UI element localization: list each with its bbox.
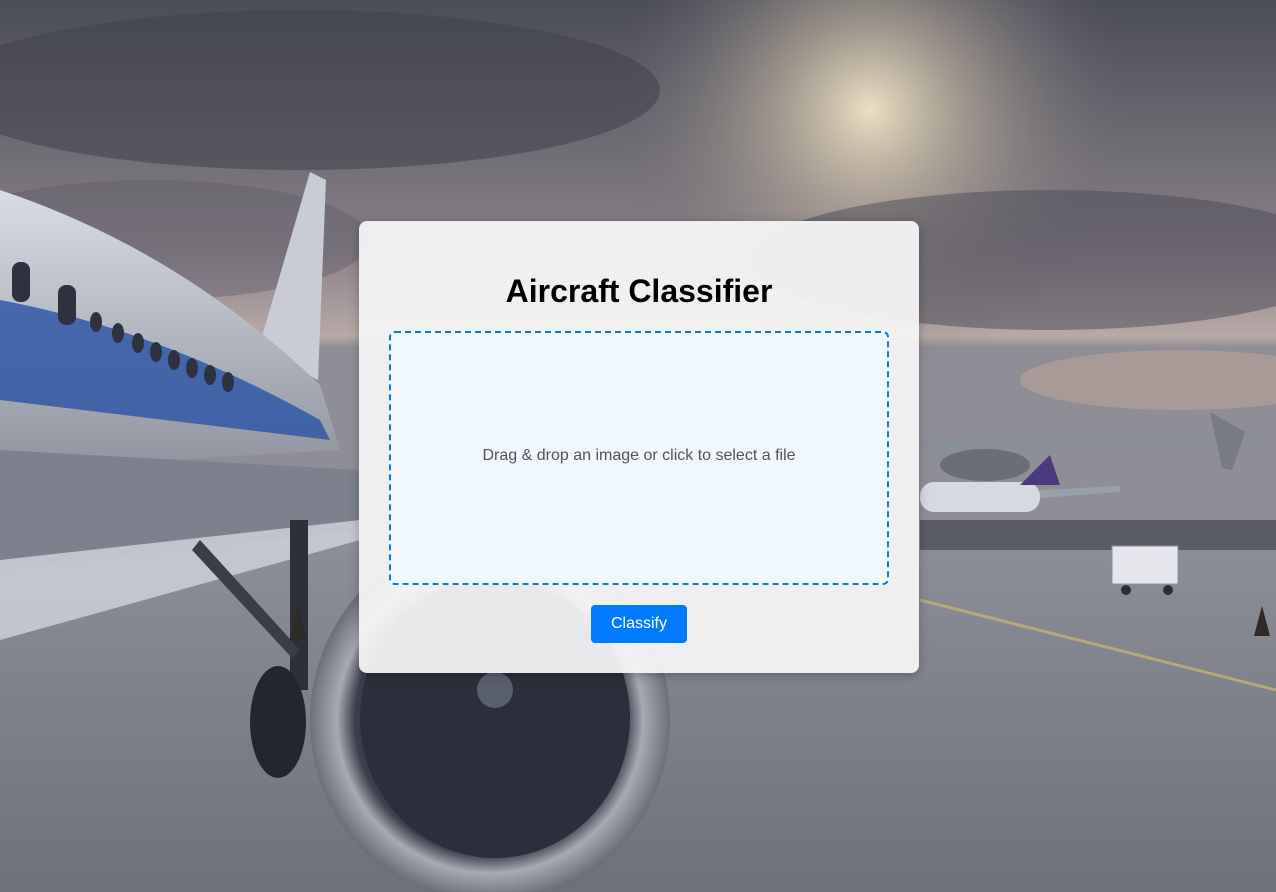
classify-button[interactable]: Classify <box>591 605 687 643</box>
dropzone-instructions: Drag & drop an image or click to select … <box>482 447 796 464</box>
page-title: Aircraft Classifier <box>505 273 773 309</box>
classifier-panel: Aircraft Classifier Drag & drop an image… <box>359 221 919 673</box>
image-dropzone[interactable]: Drag & drop an image or click to select … <box>389 331 889 585</box>
